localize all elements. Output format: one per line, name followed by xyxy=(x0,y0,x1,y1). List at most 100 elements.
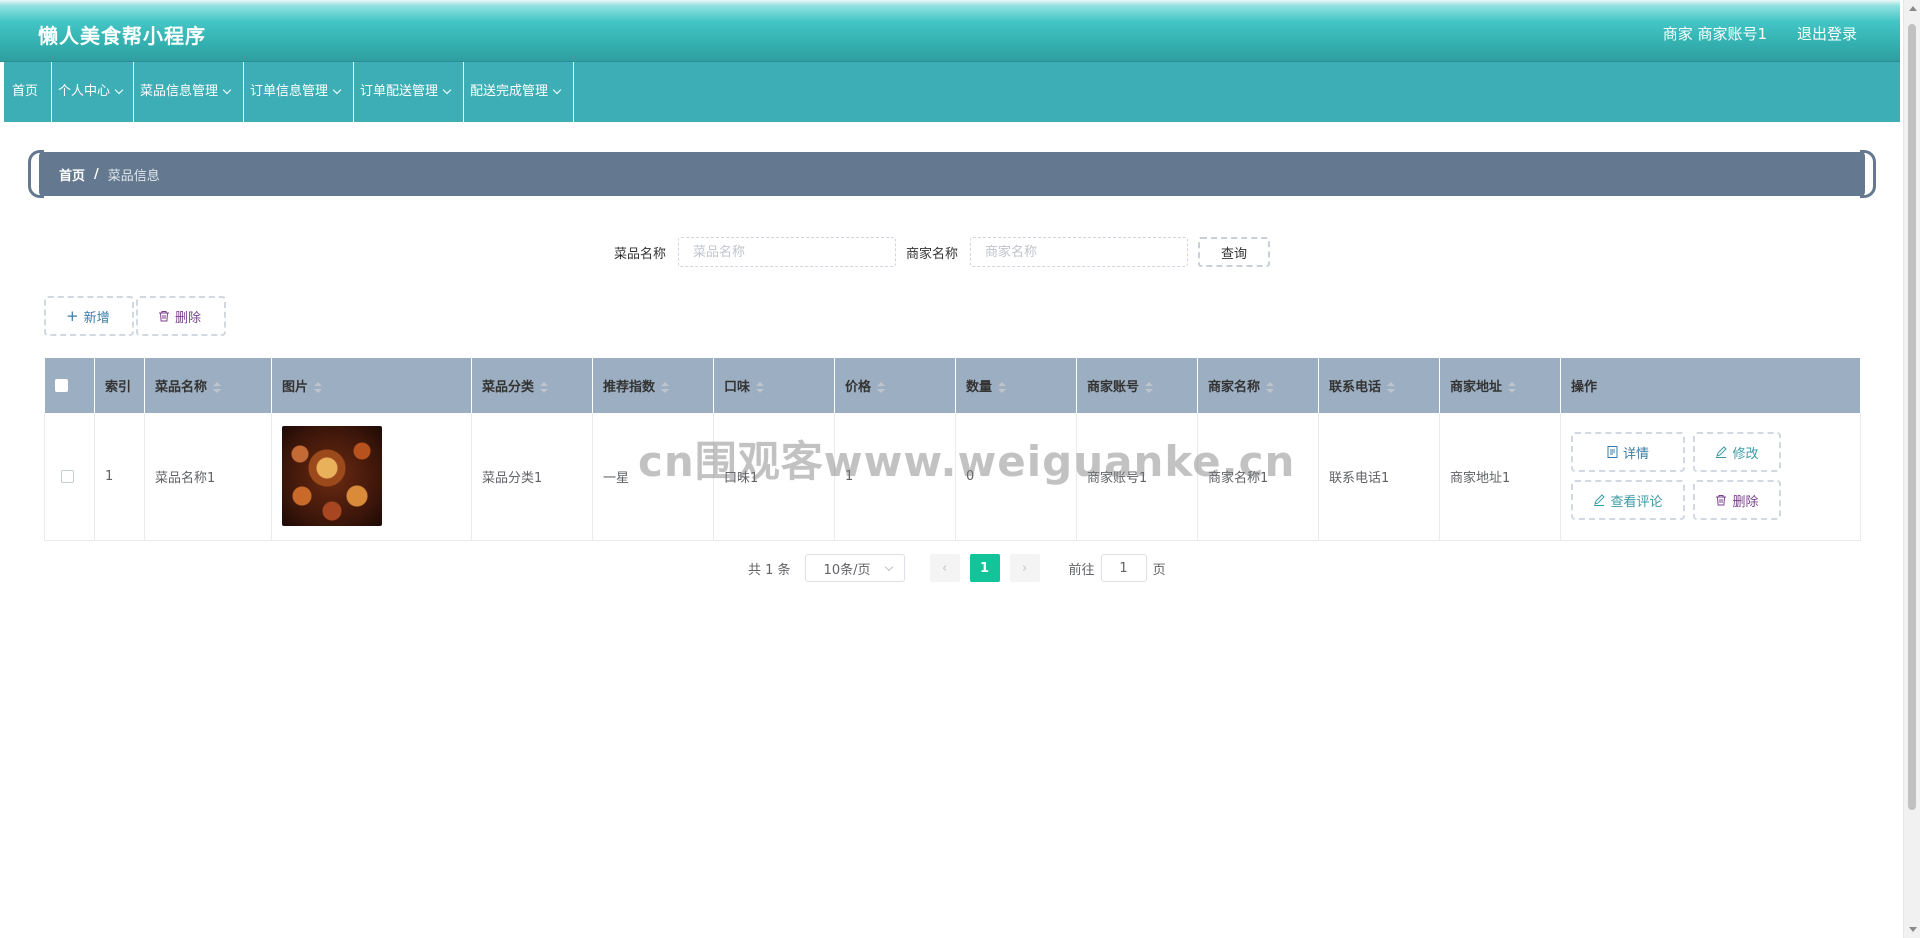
col-category[interactable]: 菜品分类 xyxy=(471,358,593,413)
nav-item-label: 首页 xyxy=(12,84,39,99)
dish-table: 索引 菜品名称 图片 菜品分类 推荐指数 口味 价格 数量 商家账号 商家名称 … xyxy=(44,358,1861,541)
search-button[interactable]: 查询 xyxy=(1198,237,1271,267)
sort-icon[interactable] xyxy=(540,381,549,394)
nav-item-delivery-management[interactable]: 订单配送管理 xyxy=(354,62,464,122)
breadcrumb-container: 首页 / 菜品信息 xyxy=(28,150,1876,198)
col-rating[interactable]: 推荐指数 xyxy=(592,358,714,413)
page-number-1[interactable]: 1 xyxy=(969,554,1000,582)
cell-phone: 联系电话1 xyxy=(1318,413,1440,541)
row-delete-button[interactable]: 删除 xyxy=(1693,480,1781,521)
sort-icon[interactable] xyxy=(756,381,765,394)
sort-icon[interactable] xyxy=(998,381,1007,394)
chevron-down-icon xyxy=(114,85,124,95)
row-actions: 详情 修改 查看评论 删除 xyxy=(1571,432,1781,521)
scrollbar-thumb[interactable] xyxy=(1908,24,1916,810)
page-size-select[interactable]: 10条/页 xyxy=(804,554,905,582)
view-comments-label: 查看评论 xyxy=(1610,494,1663,510)
col-label: 商家地址 xyxy=(1450,380,1503,395)
sort-icon[interactable] xyxy=(1508,381,1517,394)
page-size-value: 10条/页 xyxy=(823,562,871,578)
goto-page-input[interactable] xyxy=(1100,554,1147,582)
trash-icon xyxy=(1716,495,1727,506)
cell-index: 1 xyxy=(94,413,145,541)
scroll-up-arrow-icon[interactable] xyxy=(1909,6,1917,11)
sort-icon[interactable] xyxy=(1266,381,1275,394)
dish-image[interactable] xyxy=(282,426,382,527)
col-image[interactable]: 图片 xyxy=(271,358,472,413)
col-label: 菜品名称 xyxy=(155,380,208,395)
col-label: 口味 xyxy=(724,380,751,395)
goto-prefix: 前往 xyxy=(1068,562,1095,578)
vertical-scrollbar[interactable] xyxy=(1903,0,1920,938)
detail-button[interactable]: 详情 xyxy=(1571,432,1685,473)
cell-rating: 一星 xyxy=(592,413,714,541)
col-label: 商家账号 xyxy=(1087,380,1140,395)
col-price[interactable]: 价格 xyxy=(834,358,956,413)
goto-suffix: 页 xyxy=(1152,562,1166,578)
next-page-button[interactable]: › xyxy=(1009,554,1040,582)
select-all-cell xyxy=(44,358,95,413)
edit-label: 修改 xyxy=(1732,446,1759,462)
nav-item-personal-center[interactable]: 个人中心 xyxy=(52,62,134,122)
app-title: 懒人美食帮小程序 xyxy=(38,24,206,48)
col-merchant-name[interactable]: 商家名称 xyxy=(1197,358,1319,413)
scroll-down-arrow-icon[interactable] xyxy=(1909,927,1917,932)
row-checkbox[interactable] xyxy=(61,469,74,483)
cell-merchant-account: 商家账号1 xyxy=(1076,413,1198,541)
col-quantity[interactable]: 数量 xyxy=(955,358,1077,413)
sort-icon[interactable] xyxy=(1145,381,1154,394)
cell-category: 菜品分类1 xyxy=(471,413,593,541)
prev-page-button[interactable]: ‹ xyxy=(929,554,960,582)
view-comments-button[interactable]: 查看评论 xyxy=(1571,480,1685,521)
col-taste[interactable]: 口味 xyxy=(713,358,835,413)
sort-icon[interactable] xyxy=(1387,381,1396,394)
col-address[interactable]: 商家地址 xyxy=(1439,358,1561,413)
chevron-down-icon xyxy=(222,85,232,95)
chevron-down-icon xyxy=(332,85,342,95)
nav-item-label: 订单信息管理 xyxy=(250,84,329,99)
cell-image xyxy=(271,413,472,541)
dish-name-input[interactable] xyxy=(678,237,897,267)
nav-item-order-management[interactable]: 订单信息管理 xyxy=(244,62,354,122)
top-header: 懒人美食帮小程序 商家 商家账号1 退出登录 xyxy=(0,0,1900,62)
detail-label: 详情 xyxy=(1622,446,1649,462)
col-operations: 操作 xyxy=(1560,358,1861,413)
nav-item-delivery-complete[interactable]: 配送完成管理 xyxy=(464,62,574,122)
delete-button[interactable]: 删除 xyxy=(136,296,226,336)
plus-icon: + xyxy=(66,307,79,325)
add-button[interactable]: + 新增 xyxy=(44,296,134,336)
col-dish-name[interactable]: 菜品名称 xyxy=(144,358,272,413)
col-merchant-account[interactable]: 商家账号 xyxy=(1076,358,1198,413)
col-label: 推荐指数 xyxy=(603,380,656,395)
sort-icon[interactable] xyxy=(661,381,670,394)
cell-price: 1 xyxy=(834,413,956,541)
merchant-name-label: 商家名称 xyxy=(906,246,959,262)
col-label: 价格 xyxy=(845,380,872,395)
sort-icon[interactable] xyxy=(877,381,886,394)
add-button-label: 新增 xyxy=(83,310,110,326)
breadcrumb-current: 菜品信息 xyxy=(107,168,160,184)
current-user: 商家 商家账号1 xyxy=(1662,25,1767,43)
breadcrumb: 首页 / 菜品信息 xyxy=(39,152,1865,196)
dish-name-label: 菜品名称 xyxy=(614,246,667,262)
breadcrumb-home[interactable]: 首页 xyxy=(59,165,85,184)
sort-icon[interactable] xyxy=(314,381,323,394)
merchant-name-input[interactable] xyxy=(970,237,1189,267)
edit-button[interactable]: 修改 xyxy=(1693,432,1781,473)
nav-item-label: 配送完成管理 xyxy=(470,84,549,99)
col-phone[interactable]: 联系电话 xyxy=(1318,358,1440,413)
col-label: 图片 xyxy=(282,380,309,395)
select-all-checkbox[interactable] xyxy=(54,379,68,392)
nav-item-home[interactable]: 首页 xyxy=(4,62,52,122)
breadcrumb-separator: / xyxy=(94,166,99,182)
cell-merchant-name: 商家名称1 xyxy=(1197,413,1319,541)
trash-icon xyxy=(159,311,169,322)
nav-item-dish-management[interactable]: 菜品信息管理 xyxy=(134,62,244,122)
document-icon xyxy=(1607,446,1618,459)
logout-link[interactable]: 退出登录 xyxy=(1797,23,1857,44)
nav-item-label: 个人中心 xyxy=(58,84,111,99)
nav-item-label: 菜品信息管理 xyxy=(140,84,219,99)
delete-button-label: 删除 xyxy=(175,310,202,326)
total-count: 共 1 条 xyxy=(748,562,791,578)
sort-icon[interactable] xyxy=(213,381,222,394)
